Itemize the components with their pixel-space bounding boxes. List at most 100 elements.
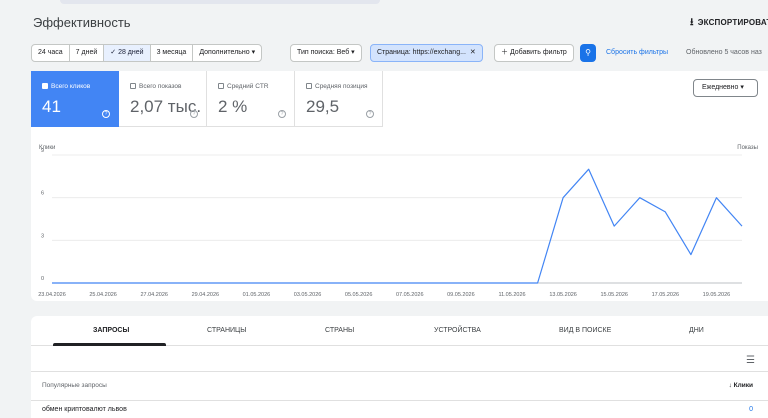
chevron-down-icon: ▾ (349, 49, 355, 56)
data-point (665, 211, 667, 213)
reset-filters-link[interactable]: Сбросить фильтры (606, 49, 668, 56)
updated-status: Обновлено 5 часов наз (686, 49, 762, 56)
data-point (435, 282, 437, 284)
help-icon[interactable]: ? (102, 110, 110, 118)
data-point (256, 282, 258, 284)
plus-icon: ＋ (501, 49, 510, 56)
x-tick-label: 11.05.2026 (498, 292, 525, 298)
data-point (409, 282, 411, 284)
metric-position-text: Средняя позиция (315, 83, 368, 90)
clicks-cell: 0 (749, 406, 753, 413)
x-tick-label: 15.05.2026 (600, 292, 628, 298)
x-tick-label: 17.05.2026 (652, 292, 680, 298)
range-24h[interactable]: 24 часа (32, 45, 70, 61)
query-cell[interactable]: обмен криптовалют львов (42, 406, 127, 413)
help-icon[interactable]: ? (190, 110, 198, 118)
range-more-label: Дополнительно (199, 49, 250, 56)
x-tick-label: 27.04.2026 (140, 292, 168, 298)
data-point (102, 282, 104, 284)
metric-clicks-label: Всего кликов (42, 83, 90, 90)
data-point (281, 282, 283, 284)
tab-pages[interactable]: СТРАНИЦЫ (207, 327, 246, 334)
x-tick-label: 13.05.2026 (549, 292, 577, 298)
data-point (639, 197, 641, 199)
data-point (51, 282, 53, 284)
close-icon[interactable]: ✕ (466, 49, 476, 56)
metric-ctr-label: Средний CTR (218, 83, 269, 90)
x-tick-label: 03.05.2026 (294, 292, 322, 298)
active-tab-indicator (53, 343, 166, 346)
range-28d-label: 28 дней (118, 49, 144, 56)
tab-countries[interactable]: СТРАНЫ (325, 327, 354, 334)
data-point (716, 197, 718, 199)
clicks-chart: Клики Показы963023.04.2026 25.04.2026 27.04… (38, 145, 758, 298)
page-title: Эффективность (33, 15, 131, 30)
tab-devices[interactable]: УСТРОЙСТВА (434, 327, 481, 334)
data-point (562, 197, 564, 199)
metric-impressions[interactable]: Всего показов 2,07 тыс. ? (119, 71, 207, 127)
range-3m[interactable]: 3 месяца (151, 45, 194, 61)
y-tick-label: 0 (41, 276, 44, 282)
x-tick-label: 01.05.2026 (243, 292, 271, 298)
metric-impressions-text: Всего показов (139, 83, 182, 90)
metric-position-value: 29,5 (306, 97, 340, 116)
y-tick-label: 3 (41, 233, 44, 239)
data-point (486, 282, 488, 284)
data-point (230, 282, 232, 284)
tab-days[interactable]: ДНИ (689, 327, 704, 334)
dimension-tabs-card: ЗАПРОСЫ СТРАНИЦЫ СТРАНЫ УСТРОЙСТВА ВИД В… (31, 316, 768, 418)
date-range-selector: 24 часа 7 дней ✓ 28 дней 3 месяца Дополн… (31, 44, 263, 62)
range-7d[interactable]: 7 дней (70, 45, 105, 61)
data-point (179, 282, 181, 284)
y-tick-label: 9 (41, 148, 44, 154)
data-point (358, 282, 360, 284)
page-filter-chip[interactable]: Страница: https://exchang... ✕ (370, 44, 483, 62)
tab-queries[interactable]: ЗАПРОСЫ (93, 327, 129, 334)
data-point (537, 282, 539, 284)
metric-impressions-label: Всего показов (130, 83, 182, 90)
y-tick-label: 6 (41, 191, 44, 197)
metric-ctr-value: 2 % (218, 97, 248, 116)
checkbox-icon (306, 83, 312, 89)
help-icon[interactable]: ? (366, 110, 374, 118)
metric-ctr[interactable]: Средний CTR 2 % ? (207, 71, 295, 127)
checkbox-icon (130, 83, 136, 89)
tab-row: ЗАПРОСЫ СТРАНИЦЫ СТРАНЫ УСТРОЙСТВА ВИД В… (31, 316, 768, 346)
data-point (128, 282, 130, 284)
filter-rows-icon[interactable]: ☰ (746, 355, 755, 366)
metric-position[interactable]: Средняя позиция 29,5 ? (295, 71, 383, 127)
performance-card: Всего кликов 41 ? Всего показов 2,07 тыс… (31, 71, 768, 301)
export-button[interactable]: ⭳ЭКСПОРТИРОВАТЬ (690, 15, 768, 32)
table-header: Популярные запросы ↓ Клики (31, 371, 768, 401)
data-point (613, 225, 615, 227)
column-clicks-label: Клики (733, 382, 753, 389)
search-type-chip[interactable]: Тип поиска: Веб ▾ (290, 44, 362, 62)
data-point (205, 282, 207, 284)
granularity-select[interactable]: Ежедневно ▾ (693, 79, 758, 97)
chevron-down-icon: ▾ (738, 84, 744, 91)
filter-bar: 24 часа 7 дней ✓ 28 дней 3 месяца Дополн… (0, 44, 768, 62)
tab-search-appearance[interactable]: ВИД В ПОИСКЕ (559, 327, 611, 334)
add-filter-button[interactable]: ＋ Добавить фильтр (494, 44, 574, 62)
search-type-label: Тип поиска: Веб (297, 49, 350, 56)
data-point (153, 282, 155, 284)
range-28d[interactable]: ✓ 28 дней (104, 45, 151, 61)
add-filter-label: Добавить фильтр (509, 49, 567, 56)
check-icon: ✓ (110, 49, 119, 56)
filter-icon[interactable]: ⚲ (580, 44, 596, 62)
export-label: ЭКСПОРТИРОВАТЬ (697, 18, 768, 27)
range-more[interactable]: Дополнительно ▾ (193, 45, 261, 61)
data-point (460, 282, 462, 284)
metric-clicks[interactable]: Всего кликов 41 ? (31, 71, 119, 127)
data-point (77, 282, 79, 284)
x-tick-label: 07.05.2026 (396, 292, 424, 298)
metric-ctr-text: Средний CTR (227, 83, 269, 90)
column-clicks[interactable]: ↓ Клики (729, 382, 753, 389)
data-point (307, 282, 309, 284)
x-tick-label: 05.05.2026 (345, 292, 373, 298)
x-tick-label: 23.04.2026 (38, 292, 66, 298)
column-queries: Популярные запросы (42, 382, 107, 389)
help-icon[interactable]: ? (278, 110, 286, 118)
data-point (690, 254, 692, 256)
metric-clicks-value: 41 (42, 97, 61, 116)
